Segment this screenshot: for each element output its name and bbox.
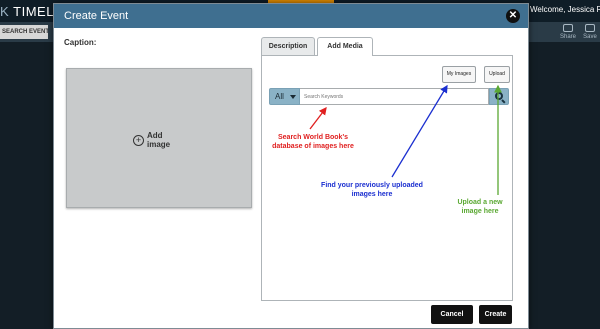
logo-prefix: K [0, 4, 10, 19]
add-media-panel: My Images Upload All Search World Book's… [261, 55, 513, 301]
save-label: Save [583, 34, 597, 40]
plus-circle-icon: + [133, 134, 144, 146]
create-event-modal: Create Event ✕ Caption: + Add image Desc… [53, 3, 529, 329]
annotation-arrows [309, 84, 502, 195]
share-label: Share [560, 34, 577, 40]
share-icon [563, 24, 573, 32]
close-icon[interactable]: ✕ [506, 9, 520, 23]
image-drop-area[interactable]: + Add image [66, 68, 252, 208]
caption-label: Caption: [64, 38, 97, 47]
save-button[interactable]: Save [582, 24, 598, 40]
annotation-search-database: Search World Book's database of images h… [272, 134, 354, 150]
red-arrow [309, 106, 327, 130]
add-image-button[interactable]: + Add image [133, 131, 170, 149]
tab-add-media[interactable]: Add Media [317, 37, 373, 56]
search-events-button[interactable]: SEARCH EVENTS [0, 25, 48, 39]
blue-arrow [391, 84, 448, 178]
save-icon [585, 24, 595, 32]
share-button[interactable]: Share [560, 24, 576, 40]
welcome-text: Welcome, Jessica Rothei [530, 5, 600, 14]
annotation-upload: Upload a new image here [457, 199, 503, 215]
add-image-label-line1: Add [147, 131, 163, 140]
add-image-label: Add image [147, 131, 170, 149]
create-button[interactable]: Create [479, 305, 512, 324]
annotation-my-images: Find your previously uploaded images her… [321, 182, 423, 198]
tab-description[interactable]: Description [261, 37, 315, 55]
cancel-button[interactable]: Cancel [431, 305, 473, 324]
modal-title: Create Event [64, 10, 129, 22]
add-image-label-line2: image [147, 140, 171, 149]
modal-header: Create Event ✕ [54, 4, 528, 28]
